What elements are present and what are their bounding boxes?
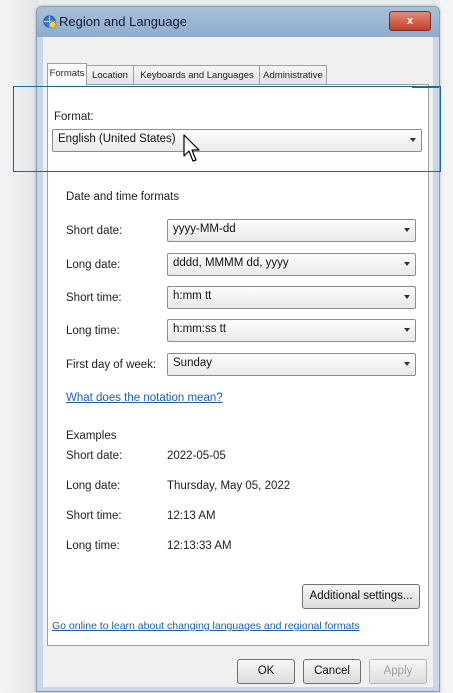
chevron-down-icon bbox=[404, 295, 410, 299]
short-time-label: Short time: bbox=[66, 292, 122, 304]
tab-keyboards-languages[interactable]: Keyboards and Languages bbox=[133, 65, 261, 85]
online-help-link[interactable]: Go online to learn about changing langua… bbox=[52, 620, 360, 632]
tab-formats[interactable]: Formats bbox=[47, 63, 87, 86]
highlight-annotation-line bbox=[412, 86, 439, 88]
long-time-value: h:mm:ss tt bbox=[173, 323, 227, 335]
long-time-label: Long time: bbox=[66, 325, 120, 337]
long-date-label: Long date: bbox=[66, 259, 121, 271]
examples-heading: Examples bbox=[66, 430, 117, 442]
short-date-label: Short date: bbox=[66, 225, 123, 237]
long-date-dropdown[interactable]: dddd, MMMM dd, yyyy bbox=[167, 253, 416, 276]
short-time-dropdown[interactable]: h:mm tt bbox=[167, 286, 416, 309]
format-highlight-annotation bbox=[13, 86, 441, 172]
additional-settings-button[interactable]: Additional settings... bbox=[302, 584, 420, 609]
short-date-value: yyyy-MM-dd bbox=[173, 223, 236, 235]
apply-button[interactable]: Apply bbox=[369, 659, 427, 684]
tab-location[interactable]: Location bbox=[85, 65, 135, 85]
example-long-time-value: 12:13:33 AM bbox=[167, 540, 232, 552]
example-long-time-label: Long time: bbox=[66, 540, 120, 552]
long-date-value: dddd, MMMM dd, yyyy bbox=[173, 257, 289, 269]
example-short-time-value: 12:13 AM bbox=[167, 510, 216, 522]
example-short-time-label: Short time: bbox=[66, 510, 122, 522]
first-day-of-week-value: Sunday bbox=[173, 357, 213, 369]
chevron-down-icon bbox=[404, 362, 410, 366]
short-time-value: h:mm tt bbox=[173, 290, 212, 302]
chevron-down-icon bbox=[404, 228, 410, 232]
long-time-dropdown[interactable]: h:mm:ss tt bbox=[167, 319, 416, 342]
notation-help-link[interactable]: What does the notation mean? bbox=[66, 392, 223, 404]
short-date-dropdown[interactable]: yyyy-MM-dd bbox=[167, 219, 416, 242]
globe-clock-icon bbox=[43, 15, 57, 29]
window-title: Region and Language bbox=[59, 14, 187, 29]
ok-button[interactable]: OK bbox=[237, 659, 295, 684]
tab-administrative[interactable]: Administrative bbox=[259, 65, 327, 85]
example-short-date-label: Short date: bbox=[66, 450, 123, 462]
chevron-down-icon bbox=[404, 262, 410, 266]
date-time-formats-heading: Date and time formats bbox=[66, 191, 180, 203]
close-button[interactable]: x bbox=[389, 11, 431, 31]
chevron-down-icon bbox=[404, 328, 410, 332]
example-long-date-value: Thursday, May 05, 2022 bbox=[167, 480, 291, 492]
mouse-pointer-icon bbox=[183, 134, 200, 162]
cancel-button[interactable]: Cancel bbox=[303, 659, 361, 684]
photo-background-right bbox=[440, 0, 453, 693]
example-long-date-label: Long date: bbox=[66, 480, 121, 492]
first-day-of-week-dropdown[interactable]: Sunday bbox=[167, 353, 416, 376]
title-bar[interactable]: Region and Language x bbox=[37, 7, 439, 37]
example-short-date-value: 2022-05-05 bbox=[167, 450, 226, 462]
first-day-of-week-label: First day of week: bbox=[66, 359, 157, 371]
